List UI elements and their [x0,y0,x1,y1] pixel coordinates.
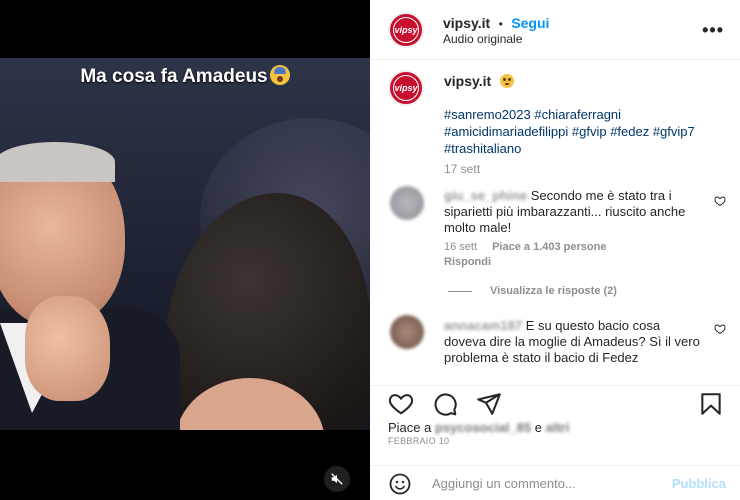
avatar-logo-text: vipsy [394,25,418,35]
like-heart-icon[interactable] [388,391,414,417]
post-date[interactable]: FEBBRAIO 10 [388,436,449,446]
comment-item: giu_se_phine Secondo me è stato tra i si… [444,188,700,236]
comment-meta: 16 sett Piace a 1.403 persone [444,241,606,253]
action-bar: Piace a psycosocial_85 e altri FEBBRAIO … [370,385,740,465]
caption-hashtags: ___________________ #sanremo2023 #chiara… [444,98,714,178]
header-separator: • [498,17,503,31]
mute-button[interactable] [324,466,350,492]
commenter-avatar[interactable] [390,186,424,220]
like-comment-heart-icon[interactable] [714,323,726,335]
header-title-row: vipsy.it • Segui [443,15,549,33]
post-video[interactable]: Ma cosa fa Amadeus [0,0,370,500]
profile-avatar[interactable]: vipsy [388,12,424,48]
face-screaming-emoji-icon [269,65,290,85]
post-window: Ma cosa fa Amadeus vipsy vipsy.it • Segu… [0,0,740,500]
hashtag-list[interactable]: #sanremo2023 #chiaraferragni #amicidimar… [444,106,714,157]
comments-list: vipsy vipsy.it ___________________ #sanr… [370,60,740,385]
man-hair [0,142,115,182]
more-options-button[interactable]: ••• [702,20,724,41]
comment-input[interactable]: Aggiungi un commento... [432,476,576,491]
comment-likes[interactable]: Piace a 1.403 persone [492,241,606,253]
header-username[interactable]: vipsy.it [443,15,490,31]
man-hand [25,296,110,401]
add-comment-bar: Aggiungi un commento... Pubblica [370,465,740,500]
comment-time[interactable]: 16 sett [444,241,477,253]
like-comment-heart-icon[interactable] [714,195,726,207]
view-replies-label: Visualizza le risposte (2) [490,285,617,297]
likes-summary: Piace a psycosocial_85 e altri [388,420,569,435]
view-replies-button[interactable]: Visualizza le risposte (2) [448,285,617,297]
reply-button[interactable]: Rispondi [444,256,491,268]
publish-button[interactable]: Pubblica [672,476,726,491]
avatar-logo-text: vipsy [394,83,418,93]
flushed-face-emoji-icon [499,74,514,88]
comment-username[interactable]: annacam187 [444,318,522,333]
caption-divider-line: ___________________ [444,98,571,106]
caption-avatar[interactable]: vipsy [388,70,424,106]
caption-username[interactable]: vipsy.it [444,73,491,89]
avatar-ring: vipsy [393,17,419,43]
follow-button[interactable]: Segui [511,15,549,31]
audio-label[interactable]: Audio originale [443,32,522,46]
post-header: vipsy vipsy.it • Segui Audio originale •… [370,0,740,60]
caption-time[interactable]: 17 sett [444,161,714,178]
divider-line [448,290,472,292]
emoji-picker-icon[interactable] [388,472,412,496]
speaker-muted-icon [331,473,343,485]
caption-title-row: vipsy.it [444,73,514,91]
commenter-avatar[interactable] [390,315,424,349]
likes-username[interactable]: psycosocial_85 [435,420,531,435]
likes-and: e [534,420,542,435]
comment-item: annacam187 E su questo bacio cosa doveva… [444,318,700,366]
comment-bubble-icon[interactable] [432,391,458,417]
comment-username[interactable]: giu_se_phine [444,188,527,203]
share-send-icon[interactable] [476,391,502,417]
video-frame [0,58,370,430]
likes-others[interactable]: altri [546,420,570,435]
post-panel: vipsy vipsy.it • Segui Audio originale •… [370,0,740,500]
video-caption-text: Ma cosa fa Amadeus [80,66,268,87]
likes-prefix: Piace a [388,420,432,435]
save-bookmark-icon[interactable] [698,391,724,417]
video-caption: Ma cosa fa Amadeus [0,65,370,88]
avatar-ring: vipsy [393,75,419,101]
